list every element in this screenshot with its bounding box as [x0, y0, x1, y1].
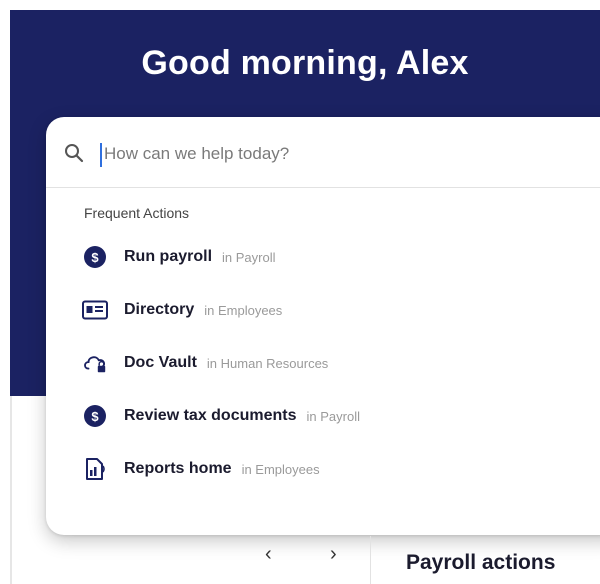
action-doc-vault[interactable]: Doc Vault in Human Resources	[76, 345, 596, 381]
dollar-coin-icon: $	[82, 403, 108, 429]
previous-arrow-icon[interactable]: ‹	[265, 544, 272, 564]
greeting-heading: Good morning, Alex	[141, 44, 469, 82]
search-input[interactable]	[104, 139, 584, 169]
action-location: in Employees	[241, 461, 320, 477]
action-name: Directory	[124, 301, 195, 318]
action-name: Run payroll	[124, 248, 213, 265]
action-location: in Payroll	[306, 408, 360, 424]
search-icon	[64, 143, 84, 163]
action-reports-home[interactable]: Reports home in Employees	[76, 451, 596, 487]
frequent-actions-heading: Frequent Actions	[84, 205, 190, 221]
content-edge-divider	[10, 396, 12, 584]
report-document-icon	[82, 456, 108, 482]
action-name: Review tax documents	[124, 407, 297, 424]
text-cursor	[100, 143, 102, 167]
next-arrow-icon[interactable]: ›	[330, 544, 337, 564]
panel-divider	[370, 536, 371, 584]
id-card-icon	[82, 297, 108, 323]
search-bar[interactable]	[46, 117, 600, 188]
search-dropdown-card: Frequent Actions $ Run payroll in Payrol…	[46, 117, 600, 535]
dollar-coin-icon: $	[82, 244, 108, 270]
cloud-lock-icon	[82, 350, 108, 376]
action-name: Doc Vault	[124, 354, 197, 371]
action-location: in Payroll	[222, 249, 276, 265]
action-location: in Employees	[204, 302, 283, 318]
action-run-payroll[interactable]: $ Run payroll in Payroll	[76, 239, 596, 275]
action-name: Reports home	[124, 460, 232, 477]
action-review-tax-documents[interactable]: $ Review tax documents in Payroll	[76, 398, 596, 434]
action-location: in Human Resources	[206, 355, 329, 371]
action-directory[interactable]: Directory in Employees	[76, 292, 596, 328]
payroll-actions-heading: Payroll actions	[406, 551, 556, 574]
